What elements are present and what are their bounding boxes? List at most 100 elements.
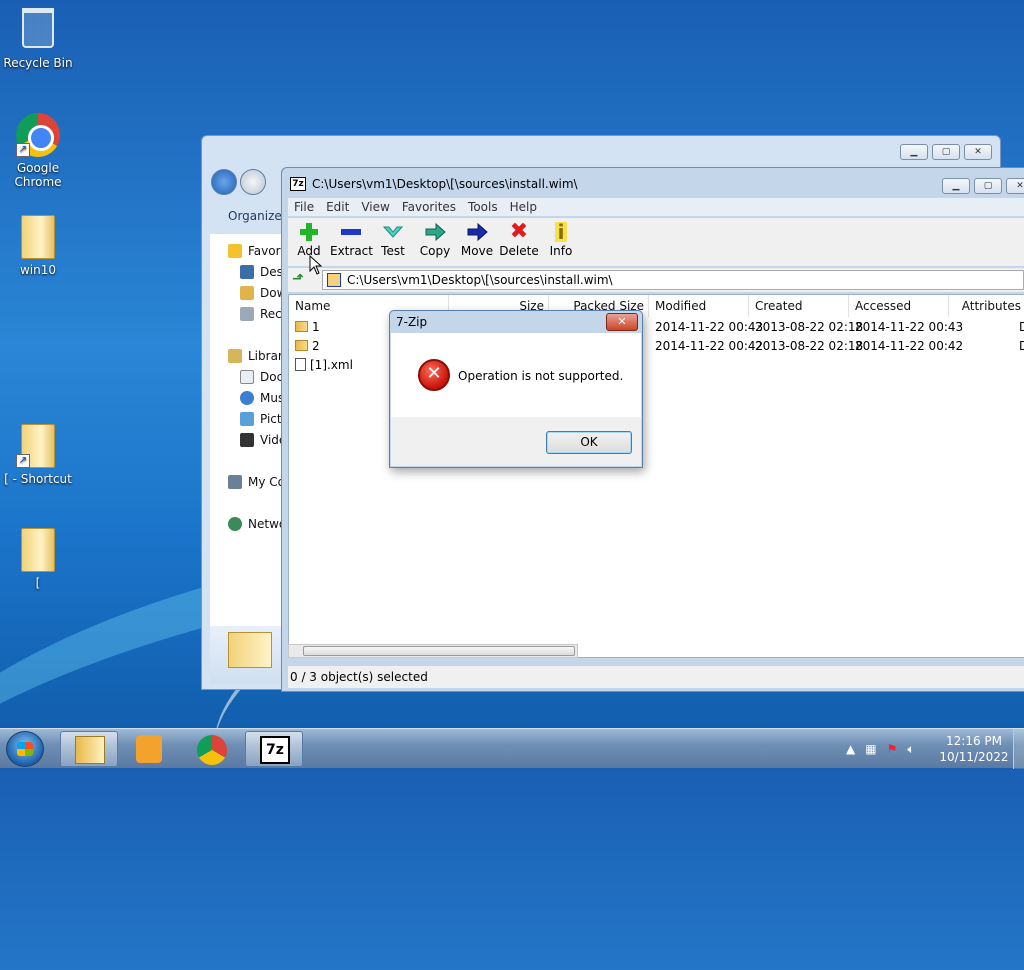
mouse-cursor-icon	[309, 255, 323, 275]
delete-button[interactable]: ✖ Delete	[498, 218, 540, 266]
documents-icon	[240, 370, 254, 384]
desktop-icon	[240, 265, 254, 279]
taskbar-7zip[interactable]: 7z	[245, 731, 303, 767]
desktop-icon-label: win10	[19, 263, 57, 277]
menu-help[interactable]: Help	[504, 198, 543, 216]
folder-icon	[16, 215, 60, 259]
taskbar: 7z ▲ ▦ ⚑ 🔈︎ 12:16 PM 10/11/2022	[0, 728, 1024, 769]
xml-file-icon	[295, 358, 306, 371]
error-dialog[interactable]: 7-Zip ✕ ✕ Operation is not supported. OK	[389, 310, 643, 468]
dialog-close-button[interactable]: ✕	[606, 313, 638, 331]
menu-bar: File Edit View Favorites Tools Help	[288, 198, 1024, 216]
maximize-button[interactable]: ▢	[974, 178, 1002, 194]
chrome-icon	[197, 735, 227, 765]
close-button[interactable]: ✕	[1006, 178, 1024, 194]
error-icon: ✕	[418, 359, 450, 391]
horizontal-scrollbar[interactable]	[288, 644, 578, 658]
folder-icon	[295, 340, 308, 351]
folder-shortcut-icon: ↗	[16, 424, 60, 468]
column-accessed[interactable]: Accessed	[849, 295, 949, 317]
desktop-icon-chrome[interactable]: ↗ Google Chrome	[0, 113, 76, 189]
clock-time: 12:16 PM	[946, 734, 1002, 748]
move-arrow-icon	[466, 222, 488, 242]
desktop-icon-label: Google Chrome	[14, 161, 62, 189]
library-icon	[228, 349, 242, 363]
info-button[interactable]: i Info	[540, 218, 582, 266]
folder-icon	[75, 736, 105, 764]
window-title: C:\Users\vm1\Desktop\[\sources\install.w…	[312, 177, 578, 191]
column-modified[interactable]: Modified	[649, 295, 749, 317]
videos-icon	[240, 433, 254, 447]
ok-button[interactable]: OK	[546, 431, 632, 454]
maximize-button[interactable]: ▢	[932, 144, 960, 160]
checkmark-icon	[382, 222, 404, 242]
dialog-message: Operation is not supported.	[458, 369, 624, 383]
music-icon	[240, 391, 254, 405]
scrollbar-thumb[interactable]	[303, 646, 575, 656]
toolbar: Add Extract Test Copy Move ✖ Delete i Info	[288, 218, 1024, 266]
copy-arrow-icon	[424, 222, 446, 242]
action-center-flag-icon[interactable]: ⚑	[887, 742, 898, 756]
start-button[interactable]	[6, 731, 44, 767]
organize-button[interactable]: Organize	[210, 202, 282, 230]
pictures-icon	[240, 412, 254, 426]
wim-archive-icon	[327, 273, 341, 287]
navigation-pane: Favorites Desktop Downloads Recent Place…	[210, 234, 343, 626]
desktop-icon-label: Recycle Bin	[3, 56, 73, 70]
computer-icon	[228, 475, 242, 489]
folder-icon	[16, 528, 60, 572]
recycle-bin-icon	[16, 8, 60, 52]
folder-icon	[295, 321, 308, 332]
menu-file[interactable]: File	[288, 198, 320, 216]
column-attributes[interactable]: Attributes	[949, 295, 1024, 317]
taskbar-chrome[interactable]	[183, 731, 241, 767]
minimize-button[interactable]: ▁	[900, 144, 928, 160]
desktop-icon-bracket-folder[interactable]: [	[0, 528, 76, 590]
menu-edit[interactable]: Edit	[320, 198, 355, 216]
volume-icon[interactable]: 🔈︎	[907, 742, 914, 757]
minus-icon	[340, 222, 362, 242]
explorer-window-controls: ▁ ▢ ✕	[900, 144, 992, 160]
plus-icon	[298, 222, 320, 242]
menu-tools[interactable]: Tools	[462, 198, 504, 216]
desktop-icon-recycle-bin[interactable]: Recycle Bin	[0, 8, 76, 70]
7zip-logo-icon: 7z	[290, 177, 306, 191]
forward-button[interactable]	[240, 169, 266, 195]
clock-date: 10/11/2022	[939, 750, 1009, 764]
chevron-up-icon[interactable]: ▲	[846, 742, 855, 756]
extract-button[interactable]: Extract	[330, 218, 373, 266]
7zip-window-controls: ▁ ▢ ✕	[942, 178, 1024, 194]
minimize-button[interactable]: ▁	[942, 178, 970, 194]
7zip-titlebar: 7z C:\Users\vm1\Desktop\[\sources\instal…	[290, 177, 578, 191]
desktop-icon-shortcut[interactable]: ↗ [ - Shortcut	[0, 424, 76, 486]
back-button[interactable]	[211, 169, 237, 195]
copy-button[interactable]: Copy	[414, 218, 456, 266]
desktop-icon-label: [	[35, 576, 41, 590]
taskbar-media-player[interactable]	[120, 731, 178, 767]
test-button[interactable]: Test	[372, 218, 414, 266]
clock[interactable]: 12:16 PM 10/11/2022	[938, 733, 1010, 765]
details-pane	[210, 626, 282, 684]
menu-favorites[interactable]: Favorites	[396, 198, 462, 216]
7zip-logo-icon: 7z	[260, 736, 290, 764]
up-folder-icon[interactable]: ⬏	[292, 271, 310, 289]
star-icon	[228, 244, 242, 258]
recent-places-icon	[240, 307, 254, 321]
desktop-icon-win10[interactable]: win10	[0, 215, 76, 277]
dialog-footer: OK	[391, 417, 641, 466]
taskbar-explorer[interactable]	[60, 731, 118, 767]
wim-file-icon	[228, 632, 272, 668]
network-icon[interactable]: ▦	[865, 742, 876, 756]
dialog-body: ✕ Operation is not supported.	[391, 333, 641, 417]
dialog-title: 7-Zip	[396, 315, 428, 329]
address-field[interactable]: C:\Users\vm1\Desktop\[\sources\install.w…	[322, 270, 1024, 290]
info-icon: i	[555, 222, 567, 242]
address-bar: ⬏ C:\Users\vm1\Desktop\[\sources\install…	[288, 268, 1024, 292]
menu-view[interactable]: View	[355, 198, 395, 216]
show-desktop-button[interactable]	[1013, 729, 1024, 769]
close-button[interactable]: ✕	[964, 144, 992, 160]
column-created[interactable]: Created	[749, 295, 849, 317]
desktop-icon-label: [ - Shortcut	[4, 472, 72, 486]
move-button[interactable]: Move	[456, 218, 498, 266]
delete-x-icon: ✖	[509, 219, 529, 244]
